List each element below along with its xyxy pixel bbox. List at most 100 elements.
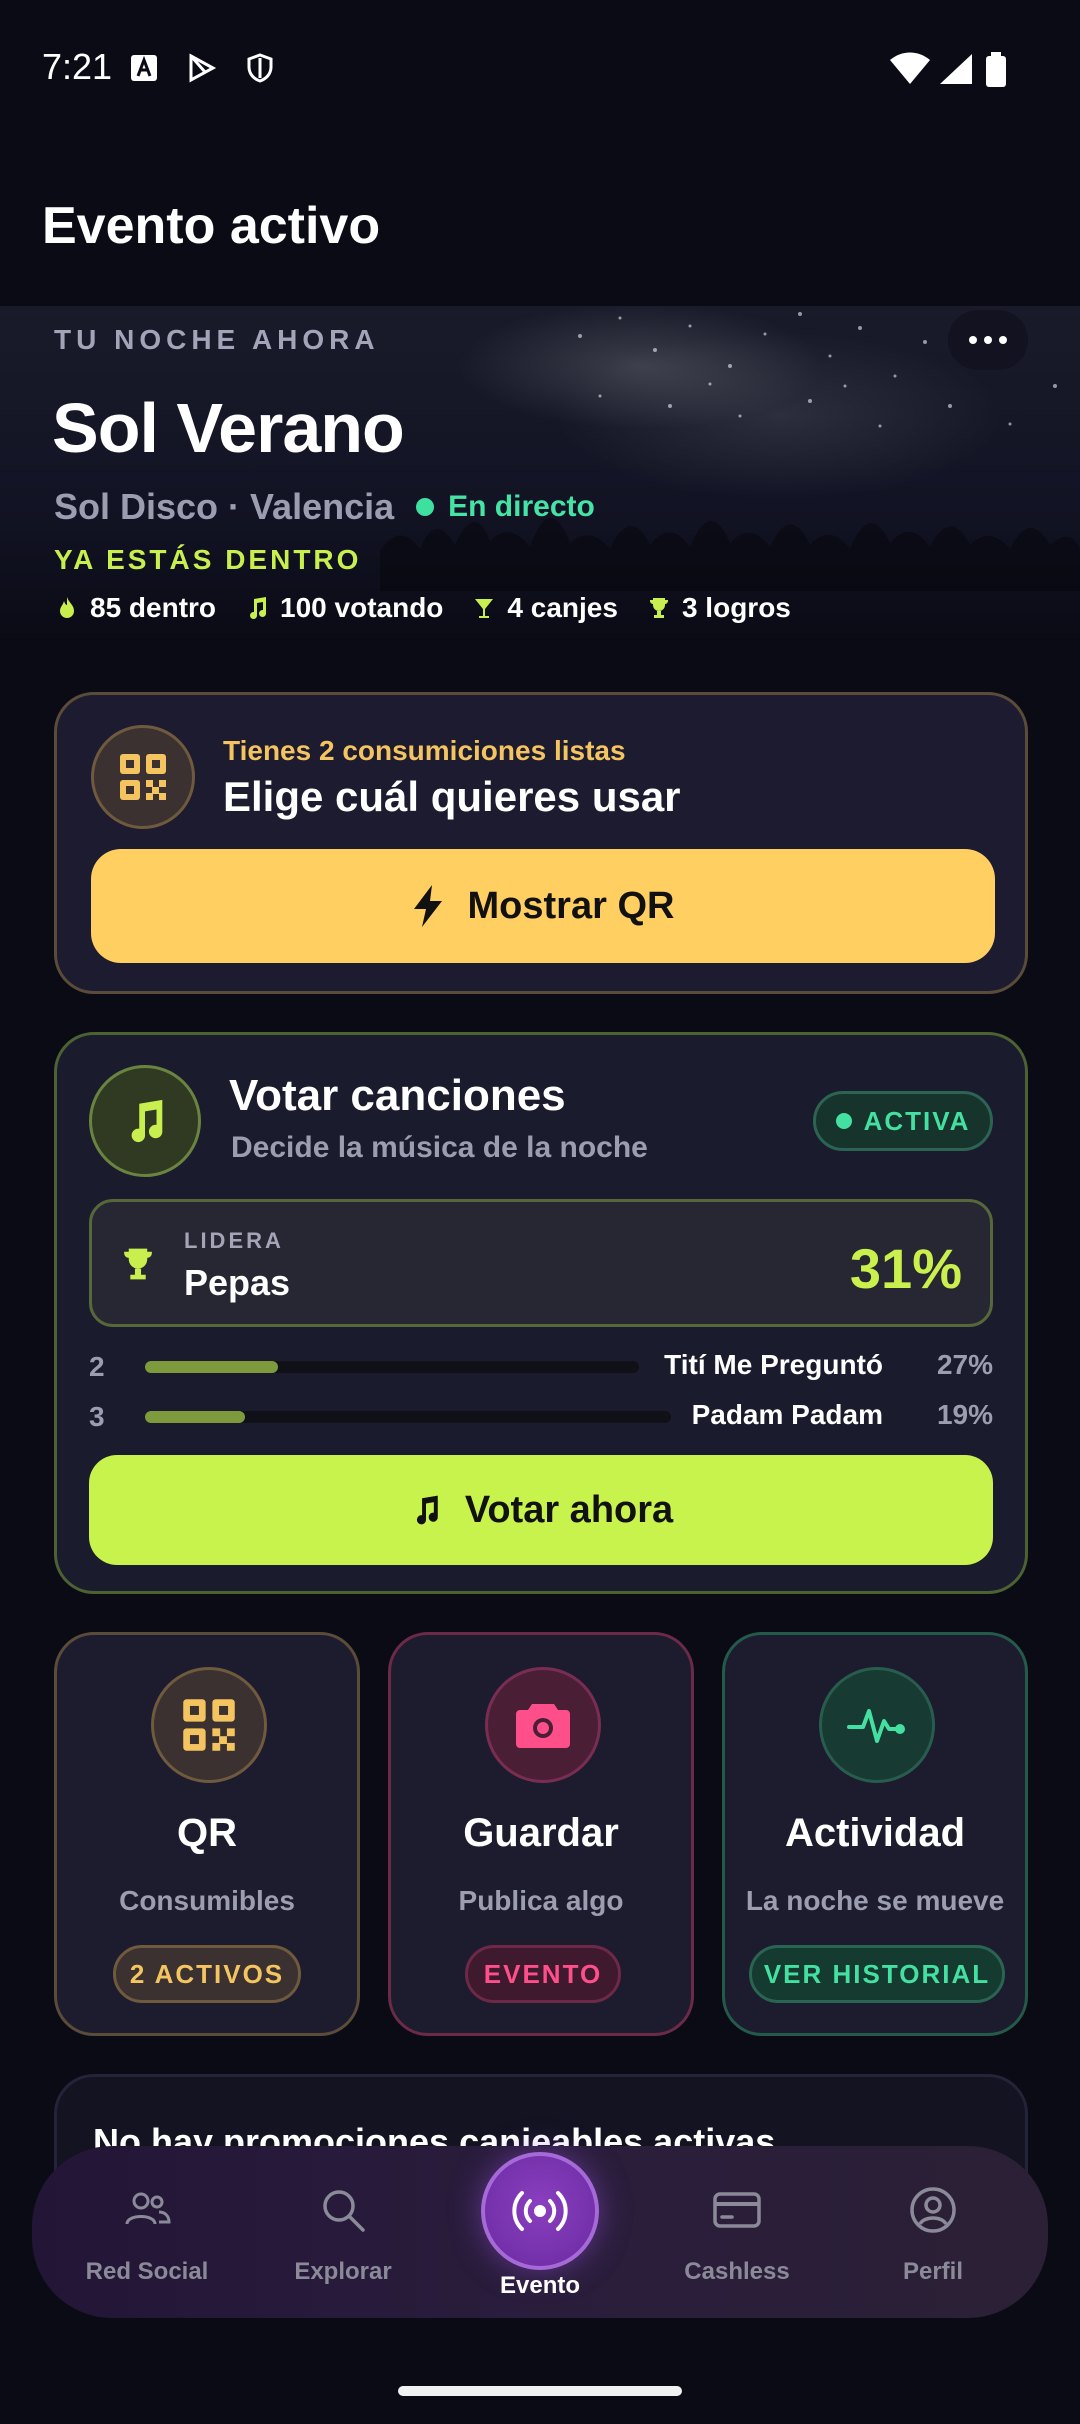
rank-song: Tití Me Preguntó <box>664 1349 883 1380</box>
vote-now-label: Votar ahora <box>464 1488 674 1531</box>
tile-activity[interactable]: Actividad La noche se mueve VER HISTORIA… <box>722 1632 1028 2036</box>
battery-icon <box>986 52 1006 87</box>
tile-subtitle: Consumibles <box>119 1885 295 1916</box>
vote-title: Votar canciones <box>229 1071 566 1120</box>
nav-item-cashless[interactable]: Cashless <box>642 2146 832 2318</box>
nav-item-perfil[interactable]: Perfil <box>838 2146 1028 2318</box>
flame-icon <box>60 597 74 618</box>
vote-subtitle: Decide la música de la noche <box>231 1131 648 1164</box>
nav-label: Red Social <box>85 2258 209 2285</box>
vote-songs-card: Votar canciones Decide la música de la n… <box>54 1032 1028 1594</box>
nav-label: Perfil <box>902 2258 964 2285</box>
tile-title: QR <box>177 1811 237 1855</box>
lightning-icon <box>413 885 442 927</box>
nav-label: Explorar <box>294 2258 392 2285</box>
rank-bar <box>145 1411 671 1423</box>
vote-now-button[interactable]: Votar ahora <box>89 1455 993 1565</box>
profile-icon <box>910 2187 956 2233</box>
music-note-icon <box>131 1099 163 1143</box>
dot <box>999 336 1007 344</box>
ranking-row: 3 Padam Padam 19% <box>89 1397 993 1437</box>
rank-bar <box>145 1361 639 1373</box>
keyboard-a-icon <box>131 55 157 81</box>
tile-save[interactable]: Guardar Publica algo EVENTO <box>388 1632 694 2036</box>
stat-label: 100 votando <box>280 592 444 623</box>
trophy-icon <box>124 1248 152 1280</box>
leader-box: LIDERA Pepas 31% <box>89 1199 993 1327</box>
search-icon <box>323 2190 365 2232</box>
event-venue-row: Sol Disco · Valencia En directo <box>54 486 595 528</box>
nav-label-active: Evento <box>499 2272 580 2299</box>
stat-label: 85 dentro <box>90 592 217 623</box>
nav-item-explorar[interactable]: Explorar <box>248 2146 438 2318</box>
leader-song: Pepas <box>184 1262 291 1303</box>
rank-bar-fill <box>145 1411 245 1423</box>
event-stats: 85 dentro 100 votando 4 canjes 3 logros <box>54 592 791 624</box>
leader-kicker: LIDERA <box>184 1228 284 1253</box>
show-qr-label: Mostrar QR <box>467 884 675 927</box>
nav-label: Cashless <box>684 2258 790 2285</box>
tile-icon-circle <box>151 1667 267 1783</box>
rank-bar-fill <box>145 1361 278 1373</box>
music-note-icon <box>250 597 267 619</box>
status-time: 7:21 <box>42 46 113 87</box>
event-venue: Sol Disco · Valencia <box>54 486 395 527</box>
inside-status: YA ESTÁS DENTRO <box>54 544 362 575</box>
rank-number: 3 <box>89 1401 105 1432</box>
status-badge: ACTIVA <box>813 1091 993 1151</box>
wifi-icon <box>890 52 930 84</box>
show-qr-button[interactable]: Mostrar QR <box>91 849 995 963</box>
rank-song: Padam Padam <box>691 1399 883 1430</box>
stat-voting: 100 votando <box>244 592 443 624</box>
cocktail-icon <box>475 599 494 618</box>
signal-icon <box>940 54 972 84</box>
tile-qr[interactable]: QR Consumibles 2 ACTIVOS <box>54 1632 360 2036</box>
tile-title: Guardar <box>463 1811 619 1855</box>
qr-code-icon <box>120 754 166 800</box>
rank-percent: 19% <box>936 1399 993 1430</box>
live-indicator-dot <box>416 498 435 516</box>
nav-item-evento[interactable] <box>481 2152 599 2270</box>
event-title: Sol Verano <box>52 389 405 467</box>
event-hero: TU NOCHE AHORA Sol Verano Sol Disco · Va… <box>0 306 1080 640</box>
people-icon <box>125 2192 171 2225</box>
qr-code-icon <box>183 1699 235 1751</box>
tile-subtitle: Publica algo <box>458 1885 624 1916</box>
trophy-icon <box>649 598 668 618</box>
vote-badge <box>89 1065 201 1177</box>
stat-redeems: 4 canjes <box>471 592 618 624</box>
qr-badge <box>91 725 195 829</box>
page-title: Evento activo <box>42 197 381 255</box>
more-options-button[interactable] <box>948 310 1028 370</box>
broadcast-icon <box>512 2191 568 2231</box>
home-indicator[interactable] <box>398 2386 682 2396</box>
hero-kicker: TU NOCHE AHORA <box>54 324 380 355</box>
tile-badge: EVENTO <box>465 1945 621 2003</box>
consumables-count: Tienes 2 consumiciones listas <box>223 735 626 766</box>
leader-percent: 31% <box>849 1237 962 1300</box>
consumables-card: Tienes 2 consumiciones listas Elige cuál… <box>54 692 1028 994</box>
shield-icon <box>247 53 273 83</box>
live-status: En directo <box>448 490 595 523</box>
rank-number: 2 <box>89 1351 105 1382</box>
tile-icon-circle <box>819 1667 935 1783</box>
consumables-title: Elige cuál quieres usar <box>223 773 681 820</box>
stat-label: 3 logros <box>681 592 791 623</box>
tile-badge: VER HISTORIAL <box>749 1945 1005 2003</box>
nav-item-red-social[interactable]: Red Social <box>52 2146 242 2318</box>
dot <box>984 336 992 344</box>
music-note-icon <box>416 1495 438 1525</box>
status-dot <box>835 1113 852 1129</box>
status-bar: 7:21 <box>0 0 1080 140</box>
activity-pulse-icon <box>847 1709 905 1743</box>
play-store-icon <box>189 53 217 83</box>
tile-badge: 2 ACTIVOS <box>113 1945 301 2003</box>
camera-icon <box>516 1704 570 1748</box>
tile-icon-circle <box>485 1667 601 1783</box>
stat-label: 4 canjes <box>507 592 618 623</box>
tile-title: Actividad <box>784 1811 966 1855</box>
dot <box>969 336 977 344</box>
ranking-row: 2 Tití Me Preguntó 27% <box>89 1347 993 1387</box>
stat-achievements: 3 logros <box>646 592 791 624</box>
stat-inside: 85 dentro <box>54 592 216 624</box>
